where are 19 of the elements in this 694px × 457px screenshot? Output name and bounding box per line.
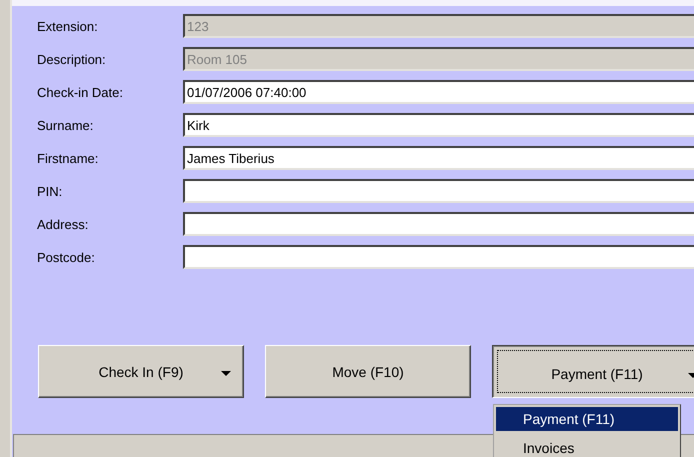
input-field[interactable] [183,245,694,269]
menu-item[interactable]: Payment (F11) [496,407,678,431]
menu-item[interactable]: Invoices [496,436,678,457]
field-label: Address: [36,216,90,232]
button[interactable]: Check In (F9) [38,345,244,398]
field-label: Description: [36,52,107,66]
field-label: Extension: [36,18,99,34]
input-field[interactable]: Kirk [183,113,694,137]
field-label: Firstname: [36,150,100,166]
input-field[interactable] [183,179,694,203]
field-label: Postcode: [36,250,96,264]
field-label: PIN: [36,184,64,198]
field-label: Surname: [36,118,94,132]
input-field[interactable]: 01/07/2006 07:40:00 [183,80,694,104]
field-label: Check-in Date: [36,84,124,100]
button[interactable]: Move (F10) [265,345,471,398]
input-field[interactable] [183,212,694,236]
input-field[interactable]: James Tiberius [183,146,694,170]
button[interactable]: Payment (F11) [492,345,694,398]
